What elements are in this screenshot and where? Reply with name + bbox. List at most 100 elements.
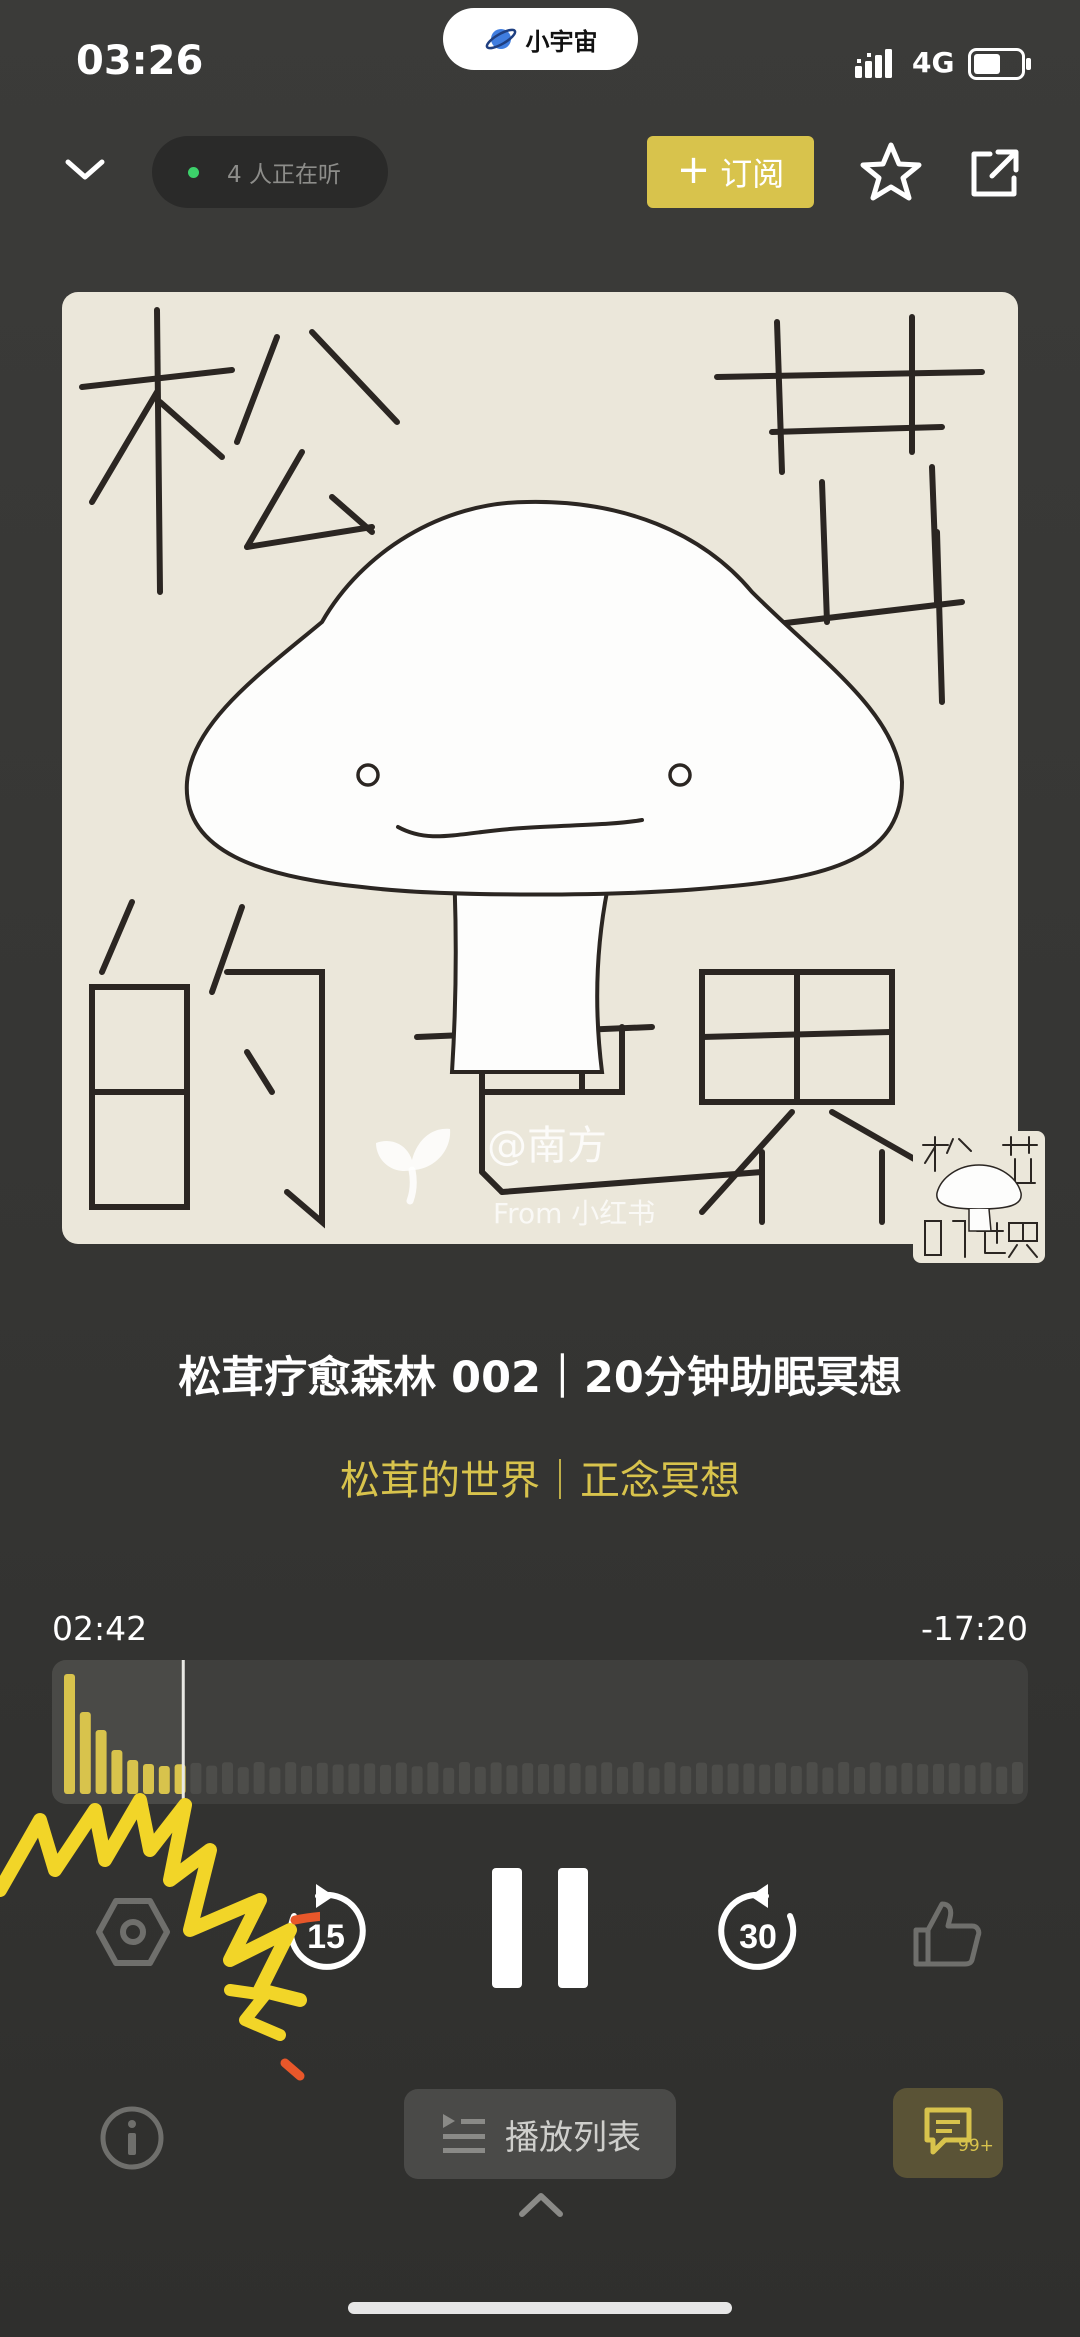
waveform-bar <box>632 1762 644 1794</box>
waveform-bar <box>711 1764 723 1794</box>
xiaohongshu-logo-icon <box>376 1128 451 1205</box>
waveform-bar <box>79 1712 91 1794</box>
waveform-bar <box>316 1762 328 1794</box>
app-pill-label: 小宇宙 <box>525 27 598 56</box>
waveform-bar <box>474 1766 486 1794</box>
podcast-name-link[interactable]: 松茸的世界｜正念冥想 <box>0 1448 1080 1506</box>
mushroom-illustration <box>79 307 985 1229</box>
waveform-bar <box>664 1762 676 1794</box>
waveform-bar <box>727 1763 739 1794</box>
waveform-bar <box>127 1760 139 1794</box>
star-icon[interactable] <box>858 140 924 206</box>
waveform-bar <box>759 1764 771 1794</box>
plus-icon: + <box>676 147 711 193</box>
thumbs-up-icon[interactable] <box>910 1898 982 1970</box>
listening-count-badge: 4 人正在听 <box>152 136 388 208</box>
waveform-bar <box>806 1762 818 1794</box>
waveform-bar <box>743 1763 755 1794</box>
waveform-bar <box>854 1766 865 1794</box>
waveform-bar <box>538 1763 549 1794</box>
comments-button[interactable]: 99+ <box>893 2088 1003 2178</box>
waveform-bar <box>901 1762 913 1794</box>
waveform-bars <box>52 1660 1023 1804</box>
waveform-bar <box>569 1762 581 1794</box>
waveform-bar <box>775 1762 786 1794</box>
waveform-bar <box>601 1762 613 1794</box>
waveform-bar <box>443 1767 455 1794</box>
watermark-handle: @南方 <box>487 1123 607 1169</box>
waveform-bar <box>506 1765 518 1794</box>
rewind-15-button[interactable]: 15 <box>276 1878 376 1982</box>
watermark-source: From 小红书 <box>493 1197 656 1230</box>
listening-count: 4 人正在听 <box>227 162 341 188</box>
waveform-bar <box>301 1765 312 1794</box>
waveform-bar <box>332 1764 344 1794</box>
playlist-label: 播放列表 <box>505 2117 641 2158</box>
waveform-bar <box>395 1762 407 1794</box>
subscribe-button[interactable]: + 订阅 <box>647 136 814 208</box>
waveform-bar <box>822 1767 834 1794</box>
waveform-bar <box>648 1767 660 1794</box>
waveform-bar <box>222 1762 233 1794</box>
expand-chevron-icon[interactable] <box>518 2190 564 2220</box>
waveform-bar <box>869 1762 881 1794</box>
rewind-seconds: 15 <box>307 1918 345 1956</box>
waveform-bar <box>522 1763 534 1794</box>
subscribe-label: 订阅 <box>720 155 785 193</box>
waveform-bar <box>948 1763 960 1794</box>
waveform-bar <box>380 1764 391 1794</box>
planet-icon <box>485 28 516 50</box>
waveform-bar <box>980 1762 992 1794</box>
playhead[interactable] <box>181 1660 185 1804</box>
waveform-bar <box>64 1674 75 1794</box>
forward-seconds: 30 <box>739 1918 777 1956</box>
episode-title: 松茸疗愈森林 002｜20分钟助眠冥想 <box>178 1353 902 1403</box>
waveform-bar <box>1012 1762 1023 1794</box>
battery-icon <box>968 48 1031 80</box>
waveform-bar <box>253 1762 265 1794</box>
playlist-icon <box>443 2114 485 2153</box>
status-time: 03:26 <box>76 38 204 84</box>
app-pill[interactable]: 小宇宙 <box>443 8 638 70</box>
info-icon[interactable] <box>99 2105 165 2171</box>
forward-30-button[interactable]: 30 <box>708 1878 808 1982</box>
waveform-bar <box>206 1765 218 1794</box>
waveform-bar <box>411 1766 423 1794</box>
playlist-button[interactable]: 播放列表 <box>404 2089 676 2179</box>
waveform-bar <box>143 1764 154 1794</box>
waveform-bar <box>364 1763 376 1794</box>
waveform-bar <box>790 1766 802 1794</box>
waveform-bar <box>617 1766 628 1794</box>
mushroom-thumbnail-icon <box>922 1136 1038 1258</box>
waveform-bar <box>838 1762 850 1794</box>
cover-thumbnail <box>913 1131 1045 1263</box>
waveform-bar <box>585 1765 597 1794</box>
forward-icon: 30 <box>718 1884 797 1970</box>
waveform-bar <box>158 1766 170 1794</box>
home-indicator <box>348 2302 732 2314</box>
waveform-bar <box>95 1730 107 1794</box>
waveform-bar <box>111 1750 123 1794</box>
pause-icon <box>492 1868 588 1988</box>
signal-icon <box>855 49 892 78</box>
settings-hexagon-icon[interactable] <box>96 1895 170 1969</box>
waveform-bar <box>190 1762 202 1794</box>
waveform-bar <box>459 1762 470 1794</box>
waveform-bar <box>885 1765 897 1794</box>
waveform-bar <box>996 1766 1008 1794</box>
waveform-bar <box>237 1767 249 1794</box>
waveform-bar <box>490 1762 502 1794</box>
waveform-bar <box>427 1762 439 1794</box>
remaining-time: -17:20 <box>920 1609 1028 1648</box>
pause-button[interactable] <box>492 1868 588 1988</box>
waveform-bar <box>553 1764 565 1794</box>
episode-cover <box>62 292 1018 1244</box>
waveform-bar <box>348 1763 360 1794</box>
share-icon[interactable] <box>966 146 1022 202</box>
waveform-bar <box>917 1764 929 1794</box>
waveform-bar <box>933 1763 944 1794</box>
collapse-chevron-icon[interactable] <box>60 150 110 190</box>
waveform-bar <box>269 1767 281 1794</box>
waveform-bar <box>964 1765 976 1794</box>
waveform-scrubber[interactable] <box>52 1660 1028 1804</box>
